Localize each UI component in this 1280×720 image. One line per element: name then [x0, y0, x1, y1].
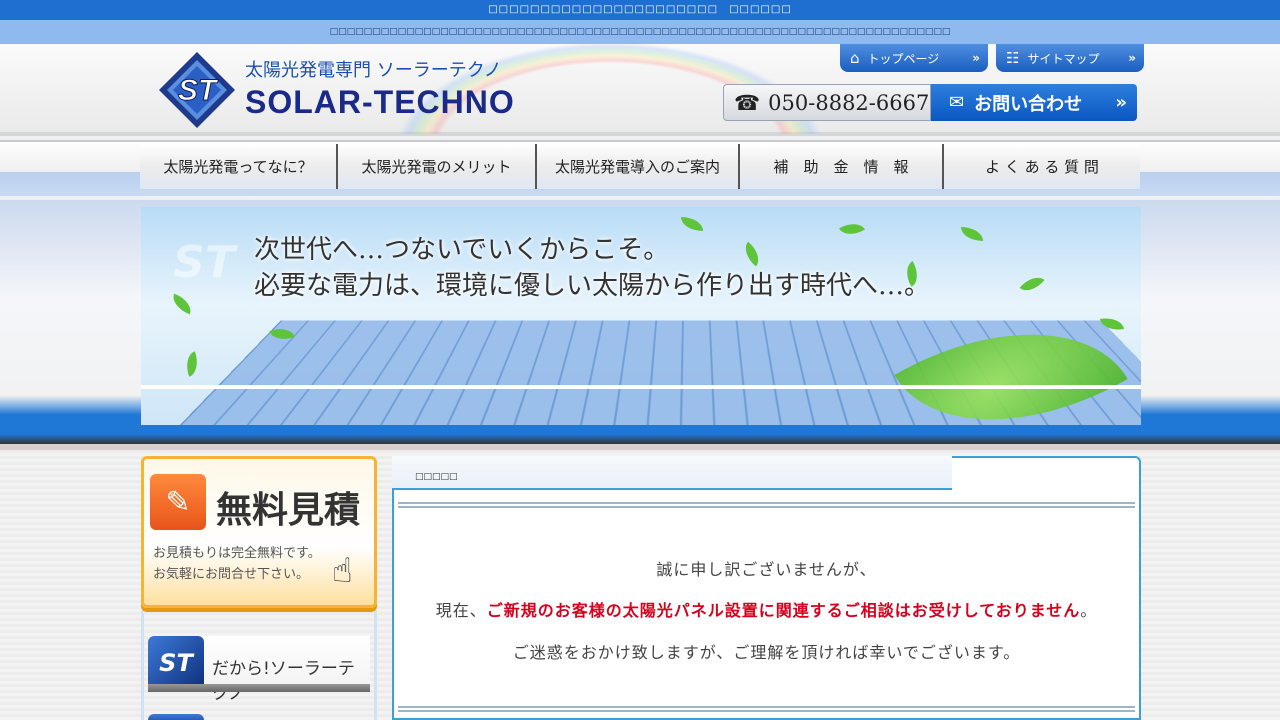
dakara-label: だから!ソーラーテクノ — [212, 654, 370, 704]
hero-headline-2: 必要な電力は、環境に優しい太陽から作り出す時代へ…。 — [254, 265, 930, 302]
leaf-decoration — [1020, 271, 1045, 297]
pointer-hand-icon: ☝ — [332, 551, 353, 591]
phone-number-box[interactable]: ☎ 050-8882-6667 — [723, 84, 931, 121]
contact-button[interactable]: ✉ お問い合わせ » — [931, 84, 1137, 121]
main-content-title: □□□□□ — [415, 472, 458, 482]
double-arrow-icon: » — [972, 51, 980, 65]
logo-subtitle: 太陽光発電専門 ソーラーテクノ — [245, 56, 502, 82]
notice-message-2: 現在、ご新規のお客様の太陽光パネル設置に関連するご相談はお受けしておりません。 — [398, 597, 1135, 621]
notice-message-2-prefix: 現在、 — [436, 601, 487, 620]
nav-item-merits[interactable]: 太陽光発電のメリット — [338, 144, 537, 189]
hero-bottom-curve — [141, 385, 1141, 425]
nav-item-faq[interactable]: よ く あ る 質 問 — [944, 144, 1140, 189]
leaf-decoration — [961, 227, 983, 241]
phone-number: 050-8882-6667 — [768, 91, 929, 115]
logo-title[interactable]: SOLAR-TECHNO — [245, 84, 515, 121]
leaf-decoration — [839, 217, 865, 240]
contact-button-label: お問い合わせ — [974, 90, 1082, 116]
estimate-title: 無料見積 — [216, 481, 360, 533]
top-page-link-label: トップページ — [868, 50, 940, 67]
notice-message-3: ご迷惑をおかけ致しますが、ご理解を頂ければ幸いでございます。 — [398, 639, 1135, 663]
top-notice-bar: □□□□□□□□□□□□□□□□□□□□□□ □□□□□□ — [0, 0, 1280, 20]
site-logo[interactable]: ST — [157, 50, 237, 130]
double-arrow-icon: » — [1128, 51, 1136, 65]
hero-headline-1: 次世代へ…つないでいくからこそ。 — [254, 229, 669, 266]
main-content-tab — [392, 456, 952, 490]
hero-watermark-logo: ST — [161, 219, 247, 305]
phone-icon: ☎ — [734, 91, 760, 115]
top-page-link[interactable]: ⌂ トップページ » — [840, 44, 988, 72]
notice-message-2-suffix: 。 — [1080, 601, 1097, 620]
sitemap-link-label: サイトマップ — [1027, 50, 1099, 67]
nav-item-subsidy[interactable]: 補 助 金 情 報 — [740, 144, 944, 189]
estimate-text-line-1: お見積もりは完全無料です。 — [153, 543, 321, 564]
logo-letters: ST — [178, 74, 219, 107]
free-estimate-banner[interactable]: ✎ 無料見積 お見積もりは完全無料です。 お気軽にお問合せ下さい。 ☝ — [141, 456, 377, 608]
st-logo-icon: ST — [148, 636, 204, 690]
dakara-solar-techno-banner[interactable]: ST だから!ソーラーテクノ — [148, 636, 370, 694]
main-nav: 太陽光発電ってなに？ 太陽光発電のメリット 太陽光発電導入のご案内 補 助 金 … — [140, 144, 1140, 189]
leaf-decoration — [182, 351, 203, 376]
estimate-text-line-2: お気軽にお問合せ下さい。 — [153, 564, 321, 585]
notice-message-2-highlight: ご新規のお客様の太陽光パネル設置に関連するご相談はお受けしておりません — [487, 601, 1081, 620]
mail-icon: ✉ — [949, 92, 964, 113]
leaf-decoration — [681, 217, 703, 231]
sub-notice-bar: □□□□□□□□□□□□□□□□□□□□□□□□□□□□□□□□□□□□□□□□… — [0, 20, 1280, 44]
home-icon: ⌂ — [850, 49, 860, 67]
sitemap-link[interactable]: ☷ サイトマップ » — [996, 44, 1144, 72]
double-arrow-icon: » — [1115, 92, 1127, 113]
next-sidebar-banner[interactable] — [148, 714, 204, 720]
banner-underline — [148, 684, 370, 692]
sitemap-icon: ☷ — [1006, 49, 1019, 67]
notice-message-1: 誠に申し訳ございませんが、 — [398, 556, 1135, 580]
document-icon: ✎ — [150, 474, 206, 530]
leaf-decoration — [739, 242, 765, 267]
estimate-text: お見積もりは完全無料です。 お気軽にお問合せ下さい。 — [153, 543, 321, 585]
nav-item-what-is-solar[interactable]: 太陽光発電ってなに？ — [140, 144, 338, 189]
nav-item-introduction[interactable]: 太陽光発電導入のご案内 — [537, 144, 740, 189]
